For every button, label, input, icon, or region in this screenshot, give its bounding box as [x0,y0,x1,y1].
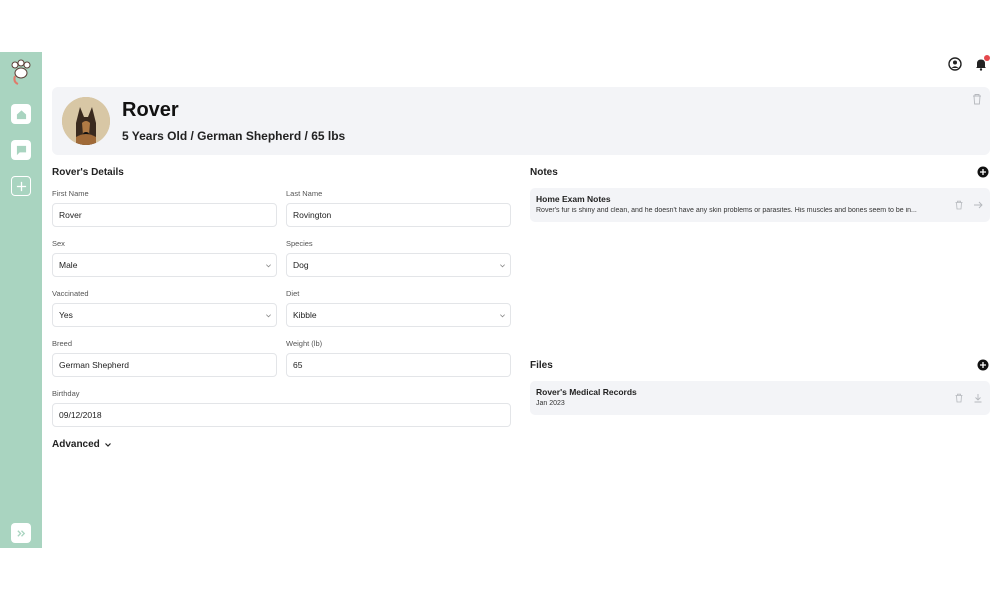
note-preview: Rover's fur is shiny and clean, and he d… [536,207,917,214]
species-label: Species [286,239,313,248]
sidebar-chat-button[interactable] [11,140,31,160]
pet-name: Rover [122,99,179,121]
sidebar-expand-button[interactable] [11,523,31,543]
last-name-label: Last Name [286,189,323,198]
species-value: Dog [293,260,309,270]
home-icon [16,109,26,119]
species-select[interactable]: Dog [286,253,511,277]
sex-label: Sex [52,239,65,248]
chevron-down-icon [500,264,505,268]
note-title: Home Exam Notes [536,194,611,204]
file-item[interactable]: Rover's Medical Records Jan 2023 [530,381,990,415]
details-title: Rover's Details [52,167,124,178]
sidebar-add-button[interactable] [11,176,31,196]
expand-icon [16,529,25,537]
files-title: Files [530,360,553,371]
app-window: Rover 5 Years Old / German Shepherd / 65… [0,52,1000,548]
sidebar-home-button[interactable] [11,104,31,124]
weight-value: 65 [293,360,303,370]
user-icon [948,57,962,71]
paw-logo-icon[interactable] [8,58,34,86]
arrow-right-icon[interactable] [973,200,983,210]
weight-field[interactable]: 65 [286,353,511,377]
plus-icon [16,181,26,191]
chevron-down-icon [266,314,271,318]
breed-value: German Shepherd [59,360,129,370]
account-button[interactable] [948,57,962,71]
note-item[interactable]: Home Exam Notes Rover's fur is shiny and… [530,188,990,222]
first-name-field[interactable]: Rover [52,203,277,227]
first-name-label: First Name [52,189,89,198]
download-icon[interactable] [973,393,983,403]
trash-icon[interactable] [954,393,964,403]
plus-circle-icon[interactable] [977,359,989,371]
birthday-value: 09/12/2018 [59,410,102,420]
chevron-down-icon [266,264,271,268]
trash-icon[interactable] [954,200,964,210]
birthday-field[interactable]: 09/12/2018 [52,403,511,427]
chevron-down-icon [104,442,111,447]
weight-label: Weight (lb) [286,339,323,348]
diet-value: Kibble [293,310,317,320]
vaccinated-label: Vaccinated [52,289,89,298]
chevron-down-icon [500,314,505,318]
last-name-field[interactable]: Rovington [286,203,511,227]
pet-summary: 5 Years Old / German Shepherd / 65 lbs [122,129,346,143]
birthday-label: Birthday [52,389,80,398]
sex-value: Male [59,260,78,270]
file-date: Jan 2023 [536,400,565,407]
first-name-value: Rover [59,210,82,220]
dog-photo [62,97,110,145]
notifications-button[interactable] [974,55,990,71]
advanced-label: Advanced [52,439,100,450]
breed-label: Breed [52,339,73,348]
vaccinated-select[interactable]: Yes [52,303,277,327]
trash-icon[interactable] [972,93,982,105]
notification-badge [984,55,990,61]
vaccinated-value: Yes [59,310,73,320]
sidebar [0,52,42,548]
file-title: Rover's Medical Records [536,387,637,397]
pet-avatar [62,97,110,145]
notes-title: Notes [530,167,558,178]
diet-label: Diet [286,289,300,298]
last-name-value: Rovington [293,210,332,220]
chat-icon [16,145,26,155]
diet-select[interactable]: Kibble [286,303,511,327]
breed-field[interactable]: German Shepherd [52,353,277,377]
pet-header-card: Rover 5 Years Old / German Shepherd / 65… [52,87,990,155]
sex-select[interactable]: Male [52,253,277,277]
advanced-toggle[interactable]: Advanced [52,439,112,450]
plus-circle-icon[interactable] [977,166,989,178]
top-toolbar [948,55,990,71]
